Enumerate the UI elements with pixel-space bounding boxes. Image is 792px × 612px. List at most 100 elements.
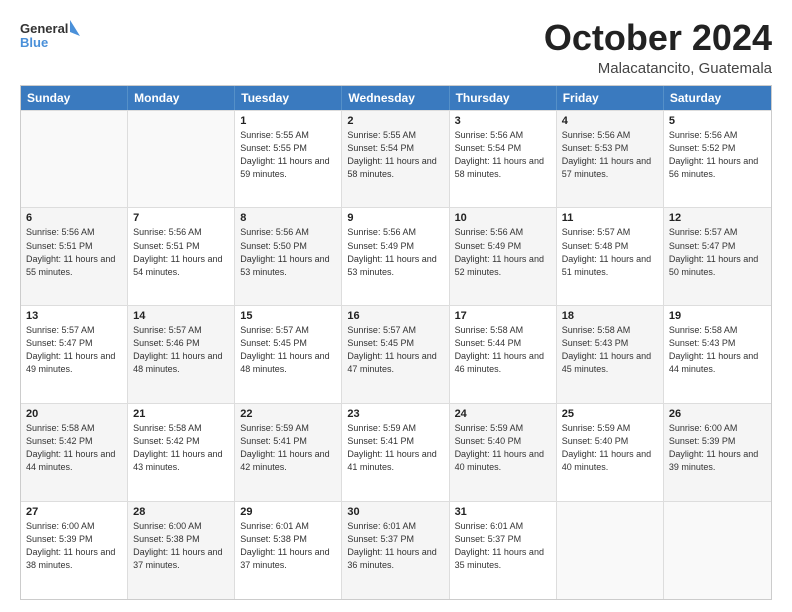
cal-cell-31: 31Sunrise: 6:01 AM Sunset: 5:37 PM Dayli… xyxy=(450,502,557,599)
page: GeneralBlue October 2024 Malacatancito, … xyxy=(0,0,792,612)
cal-cell-16: 16 Sunrise: 5:57 AM Sunset: 5:45 PM Dayli… xyxy=(342,306,449,403)
cell-details: Sunrise: 5:57 AM Sunset: 5:45 PM Dayligh… xyxy=(347,324,443,376)
cell-details: Sunrise: 5:56 AM Sunset: 5:49 PM Dayligh… xyxy=(347,226,443,278)
cell-details: Sunrise: 6:00 AM Sunset: 5:39 PM Dayligh… xyxy=(669,422,766,474)
cell-details: Sunrise: 6:00 AM Sunset: 5:38 PM Dayligh… xyxy=(133,520,229,572)
cal-cell-17: 17Sunrise: 5:58 AM Sunset: 5:44 PM Dayli… xyxy=(450,306,557,403)
day-number: 21 xyxy=(133,408,229,420)
day-of-week-thursday: Thursday xyxy=(450,86,557,110)
day-number: 11 xyxy=(562,212,658,224)
day-of-week-friday: Friday xyxy=(557,86,664,110)
cell-details: Sunrise: 6:01 AM Sunset: 5:37 PM Dayligh… xyxy=(455,520,551,572)
day-number: 29 xyxy=(240,506,336,518)
day-number: 3 xyxy=(455,115,551,127)
cal-cell-8: 8 Sunrise: 5:56 AM Sunset: 5:50 PM Daylig… xyxy=(235,208,342,305)
cal-cell-19: 19Sunrise: 5:58 AM Sunset: 5:43 PM Dayli… xyxy=(664,306,771,403)
cal-cell-14: 14Sunrise: 5:57 AM Sunset: 5:46 PM Dayli… xyxy=(128,306,235,403)
day-number: 2 xyxy=(347,115,443,127)
logo: GeneralBlue xyxy=(20,18,80,54)
cal-cell-30: 30 Sunrise: 6:01 AM Sunset: 5:37 PM Dayli… xyxy=(342,502,449,599)
cal-cell-22: 22 Sunrise: 5:59 AM Sunset: 5:41 PM Dayli… xyxy=(235,404,342,501)
calendar-row-4: 20 Sunrise: 5:58 AM Sunset: 5:42 PM Dayli… xyxy=(21,403,771,501)
day-number: 27 xyxy=(26,506,122,518)
cal-cell-21: 21 Sunrise: 5:58 AM Sunset: 5:42 PM Dayli… xyxy=(128,404,235,501)
calendar-row-5: 27 Sunrise: 6:00 AM Sunset: 5:39 PM Dayli… xyxy=(21,501,771,599)
day-number: 19 xyxy=(669,310,766,322)
day-of-week-sunday: Sunday xyxy=(21,86,128,110)
day-of-week-monday: Monday xyxy=(128,86,235,110)
cell-details: Sunrise: 5:59 AM Sunset: 5:41 PM Dayligh… xyxy=(240,422,336,474)
day-number: 12 xyxy=(669,212,766,224)
day-number: 22 xyxy=(240,408,336,420)
cal-cell-1: 1 Sunrise: 5:55 AM Sunset: 5:55 PM Daylig… xyxy=(235,111,342,208)
cal-cell-5: 5Sunrise: 5:56 AM Sunset: 5:52 PM Daylig… xyxy=(664,111,771,208)
cell-details: Sunrise: 5:57 AM Sunset: 5:47 PM Dayligh… xyxy=(669,226,766,278)
cal-cell-25: 25 Sunrise: 5:59 AM Sunset: 5:40 PM Dayli… xyxy=(557,404,664,501)
day-number: 10 xyxy=(455,212,551,224)
header-right: October 2024 Malacatancito, Guatemala xyxy=(544,18,772,77)
logo-svg: GeneralBlue xyxy=(20,18,80,54)
day-number: 23 xyxy=(347,408,443,420)
cell-details: Sunrise: 5:57 AM Sunset: 5:46 PM Dayligh… xyxy=(133,324,229,376)
month-title: October 2024 xyxy=(544,18,772,58)
day-number: 8 xyxy=(240,212,336,224)
cal-cell-empty xyxy=(128,111,235,208)
cal-cell-10: 10 Sunrise: 5:56 AM Sunset: 5:49 PM Dayli… xyxy=(450,208,557,305)
calendar: SundayMondayTuesdayWednesdayThursdayFrid… xyxy=(20,85,772,600)
cal-cell-26: 26 Sunrise: 6:00 AM Sunset: 5:39 PM Dayli… xyxy=(664,404,771,501)
day-number: 7 xyxy=(133,212,229,224)
cal-cell-2: 2 Sunrise: 5:55 AM Sunset: 5:54 PM Daylig… xyxy=(342,111,449,208)
cal-cell-9: 9 Sunrise: 5:56 AM Sunset: 5:49 PM Daylig… xyxy=(342,208,449,305)
cell-details: Sunrise: 5:58 AM Sunset: 5:43 PM Dayligh… xyxy=(562,324,658,376)
cell-details: Sunrise: 6:00 AM Sunset: 5:39 PM Dayligh… xyxy=(26,520,122,572)
cell-details: Sunrise: 5:58 AM Sunset: 5:42 PM Dayligh… xyxy=(26,422,122,474)
cal-cell-15: 15Sunrise: 5:57 AM Sunset: 5:45 PM Dayli… xyxy=(235,306,342,403)
day-number: 4 xyxy=(562,115,658,127)
day-number: 13 xyxy=(26,310,122,322)
day-of-week-saturday: Saturday xyxy=(664,86,771,110)
day-of-week-tuesday: Tuesday xyxy=(235,86,342,110)
day-number: 20 xyxy=(26,408,122,420)
day-number: 1 xyxy=(240,115,336,127)
cal-cell-27: 27 Sunrise: 6:00 AM Sunset: 5:39 PM Dayli… xyxy=(21,502,128,599)
day-number: 18 xyxy=(562,310,658,322)
cell-details: Sunrise: 6:01 AM Sunset: 5:37 PM Dayligh… xyxy=(347,520,443,572)
day-number: 6 xyxy=(26,212,122,224)
location: Malacatancito, Guatemala xyxy=(544,60,772,77)
cell-details: Sunrise: 5:57 AM Sunset: 5:47 PM Dayligh… xyxy=(26,324,122,376)
cal-cell-6: 6 Sunrise: 5:56 AM Sunset: 5:51 PM Daylig… xyxy=(21,208,128,305)
day-number: 24 xyxy=(455,408,551,420)
cal-cell-empty xyxy=(557,502,664,599)
cal-cell-11: 11 Sunrise: 5:57 AM Sunset: 5:48 PM Dayli… xyxy=(557,208,664,305)
day-number: 16 xyxy=(347,310,443,322)
calendar-body: 1 Sunrise: 5:55 AM Sunset: 5:55 PM Daylig… xyxy=(21,110,771,599)
cell-details: Sunrise: 5:59 AM Sunset: 5:40 PM Dayligh… xyxy=(562,422,658,474)
svg-text:General: General xyxy=(20,21,68,36)
cell-details: Sunrise: 5:56 AM Sunset: 5:50 PM Dayligh… xyxy=(240,226,336,278)
cell-details: Sunrise: 5:56 AM Sunset: 5:51 PM Dayligh… xyxy=(26,226,122,278)
day-number: 30 xyxy=(347,506,443,518)
cell-details: Sunrise: 5:58 AM Sunset: 5:42 PM Dayligh… xyxy=(133,422,229,474)
calendar-row-1: 1 Sunrise: 5:55 AM Sunset: 5:55 PM Daylig… xyxy=(21,110,771,208)
cell-details: Sunrise: 5:57 AM Sunset: 5:48 PM Dayligh… xyxy=(562,226,658,278)
cal-cell-12: 12 Sunrise: 5:57 AM Sunset: 5:47 PM Dayli… xyxy=(664,208,771,305)
cell-details: Sunrise: 6:01 AM Sunset: 5:38 PM Dayligh… xyxy=(240,520,336,572)
cal-cell-empty xyxy=(664,502,771,599)
day-number: 26 xyxy=(669,408,766,420)
cal-cell-20: 20 Sunrise: 5:58 AM Sunset: 5:42 PM Dayli… xyxy=(21,404,128,501)
cell-details: Sunrise: 5:56 AM Sunset: 5:49 PM Dayligh… xyxy=(455,226,551,278)
day-number: 25 xyxy=(562,408,658,420)
day-number: 9 xyxy=(347,212,443,224)
svg-text:Blue: Blue xyxy=(20,35,48,50)
calendar-row-2: 6 Sunrise: 5:56 AM Sunset: 5:51 PM Daylig… xyxy=(21,207,771,305)
cell-details: Sunrise: 5:56 AM Sunset: 5:52 PM Dayligh… xyxy=(669,129,766,181)
day-number: 15 xyxy=(240,310,336,322)
cal-cell-3: 3 Sunrise: 5:56 AM Sunset: 5:54 PM Daylig… xyxy=(450,111,557,208)
cal-cell-13: 13 Sunrise: 5:57 AM Sunset: 5:47 PM Dayli… xyxy=(21,306,128,403)
cell-details: Sunrise: 5:55 AM Sunset: 5:54 PM Dayligh… xyxy=(347,129,443,181)
day-of-week-wednesday: Wednesday xyxy=(342,86,449,110)
day-number: 17 xyxy=(455,310,551,322)
cell-details: Sunrise: 5:56 AM Sunset: 5:54 PM Dayligh… xyxy=(455,129,551,181)
cal-cell-24: 24Sunrise: 5:59 AM Sunset: 5:40 PM Dayli… xyxy=(450,404,557,501)
cell-details: Sunrise: 5:55 AM Sunset: 5:55 PM Dayligh… xyxy=(240,129,336,181)
